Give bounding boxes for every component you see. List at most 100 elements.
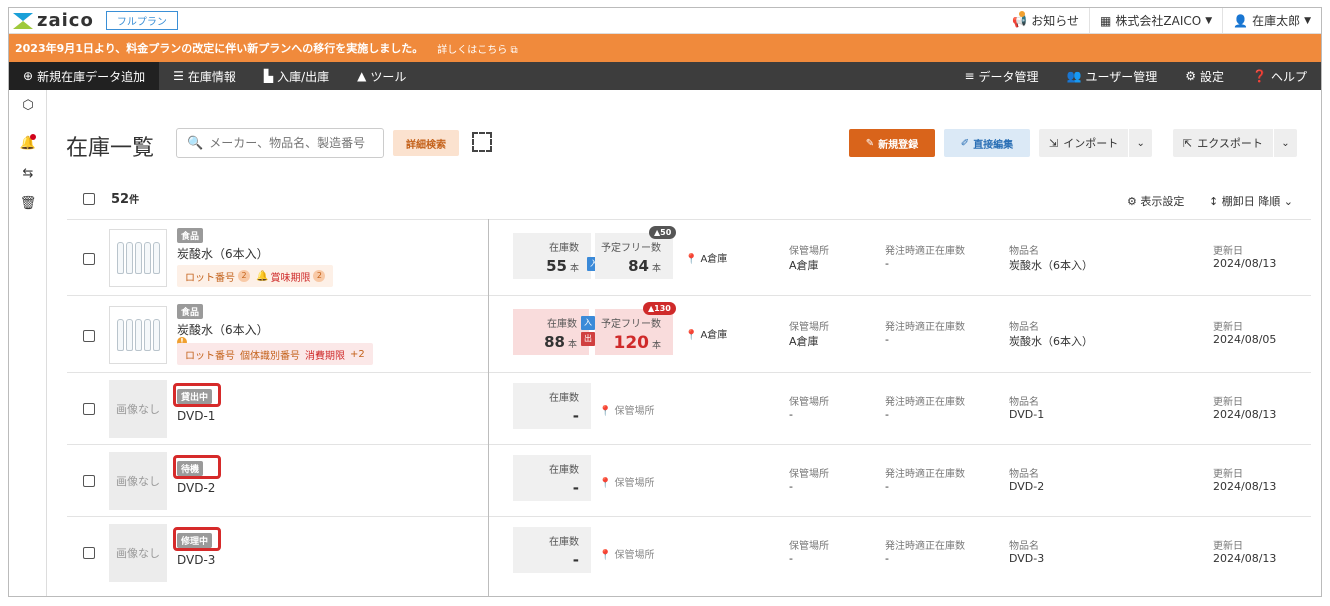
logo[interactable]: zaico xyxy=(13,10,94,31)
page-title: 在庫一覧 xyxy=(66,136,155,161)
reorder-value: - xyxy=(885,333,889,346)
category-badge: 食品 xyxy=(177,304,204,319)
notice-label: お知らせ xyxy=(1031,14,1080,28)
advanced-search-button[interactable]: 詳細検索 xyxy=(393,130,459,156)
truck-icon: ▙ xyxy=(263,69,274,83)
nav-inventory[interactable]: ☰ 在庫情報 xyxy=(159,62,250,90)
import-button[interactable]: ⇲ インポート ⌄ xyxy=(1039,129,1153,157)
user-menu[interactable]: 👤 在庫太郎 ▼ xyxy=(1222,8,1321,33)
display-settings-button[interactable]: ⚙ 表示設定 xyxy=(1127,193,1184,209)
nav-user-management[interactable]: 👥 ユーザー管理 xyxy=(1053,62,1172,90)
highlight-box xyxy=(173,455,221,479)
highlight-box xyxy=(173,383,221,407)
item-name[interactable]: 炭酸水（6本入） xyxy=(177,321,269,338)
nav-help[interactable]: ❓ ヘルプ xyxy=(1238,62,1321,90)
location-value: A倉庫 xyxy=(789,259,819,272)
item-name[interactable]: 炭酸水（6本入） xyxy=(177,245,269,262)
search-icon: 🔍 xyxy=(187,135,204,151)
stock-box: 在庫数 88 本 xyxy=(513,309,589,355)
updated-label: 更新日 xyxy=(1213,541,1243,552)
location-link[interactable]: 📍 A倉庫 xyxy=(685,250,727,265)
map-pin-icon: 📍 xyxy=(599,478,612,489)
reorder-value: - xyxy=(885,408,889,421)
free-stock-pill: ▲130 xyxy=(643,302,676,315)
item-thumbnail xyxy=(109,306,167,364)
toolbox-icon: ▲ xyxy=(357,69,367,83)
new-register-button[interactable]: ✎ 新規登録 xyxy=(849,129,935,157)
item-name-label: 物品名 xyxy=(1009,397,1039,408)
item-name[interactable]: DVD-3 xyxy=(177,553,215,567)
table-row[interactable]: 画像なし 待機 DVD-2 在庫数 - 📍 保管場所 保管場所 - 発注時適正在庫… xyxy=(67,444,1311,516)
reorder-label: 発注時適正在庫数 xyxy=(885,322,965,333)
chevron-down-icon[interactable]: ⌄ xyxy=(1272,129,1297,157)
free-stock-label: 予定フリー数 xyxy=(601,319,661,330)
column-divider xyxy=(488,219,489,596)
trash-icon[interactable]: 🗑 xyxy=(9,188,47,218)
item-name-value: DVD-2 xyxy=(1009,480,1045,493)
row-checkbox[interactable] xyxy=(83,547,95,559)
edit-icon: ✐ xyxy=(960,137,970,149)
table-row[interactable]: 食品 炭酸水（6本入） ! ロット番号 個体識別番号 消費期限 +2 在庫数 8… xyxy=(67,295,1311,372)
nav-add-item[interactable]: ⊕ 新規在庫データ追加 xyxy=(9,62,160,90)
stock-box: 在庫数 - xyxy=(513,527,591,573)
top-bar: zaico フルプラン 📢 お知らせ ▦ 株式会社ZAICO ▼ 👤 在庫太郎 … xyxy=(9,8,1321,34)
reorder-label: 発注時適正在庫数 xyxy=(885,397,965,408)
location-link[interactable]: 📍 保管場所 xyxy=(599,402,654,417)
table-row[interactable]: 画像なし 修理中 DVD-3 在庫数 - 📍 保管場所 保管場所 - 発注時適正在… xyxy=(67,516,1311,588)
updated-label: 更新日 xyxy=(1213,397,1243,408)
list-icon: ☰ xyxy=(173,69,184,83)
select-all-checkbox[interactable] xyxy=(83,193,95,205)
free-stock-value: 84 本 xyxy=(628,257,661,275)
sort-dropdown[interactable]: ↕ 棚卸日 降順 ⌄ xyxy=(1209,193,1293,209)
bell-icon: 🔔 xyxy=(256,270,269,282)
table-row[interactable]: 画像なし 貸出中 DVD-1 在庫数 - 📍 保管場所 保管場所 - 発注時適正在… xyxy=(67,372,1311,444)
bell-alert-dot xyxy=(30,134,36,140)
location-label: 保管場所 xyxy=(789,322,829,333)
item-name[interactable]: DVD-1 xyxy=(177,409,215,423)
free-stock-value: 120 本 xyxy=(613,333,661,353)
tag-count: 2 xyxy=(313,270,326,282)
gear-icon: ⚙ xyxy=(1127,195,1137,208)
table-row[interactable]: 食品 炭酸水（6本入） ロット番号 2 🔔 賞味期限 2 在庫数 55 本 入 予定フリ… xyxy=(67,219,1311,295)
chevron-down-icon[interactable]: ⌄ xyxy=(1128,129,1152,157)
nav-in-out[interactable]: ▙ 入庫/出庫 xyxy=(250,62,343,90)
search-input[interactable] xyxy=(209,136,380,150)
row-checkbox[interactable] xyxy=(83,330,95,342)
company-menu[interactable]: ▦ 株式会社ZAICO ▼ xyxy=(1089,8,1222,33)
box-icon[interactable]: ⬡ xyxy=(9,90,47,120)
item-name-label: 物品名 xyxy=(1009,322,1039,333)
item-name-value: 炭酸水（6本入） xyxy=(1009,259,1093,272)
reorder-value: - xyxy=(885,552,889,565)
announcement-link[interactable]: 詳しくはこちら ⧉ xyxy=(437,41,517,56)
location-link[interactable]: 📍 保管場所 xyxy=(599,546,654,561)
item-name[interactable]: DVD-2 xyxy=(177,481,215,495)
map-pin-icon: 📍 xyxy=(685,254,698,265)
map-pin-icon: 📍 xyxy=(685,330,698,341)
location-link[interactable]: 📍 保管場所 xyxy=(599,474,654,489)
row-checkbox[interactable] xyxy=(83,475,95,487)
item-name-label: 物品名 xyxy=(1009,246,1039,257)
export-button[interactable]: ⇱ エクスポート ⌄ xyxy=(1173,129,1297,157)
stock-value: - xyxy=(572,407,579,425)
app-window: zaico フルプラン 📢 お知らせ ▦ 株式会社ZAICO ▼ 👤 在庫太郎 … xyxy=(8,7,1322,597)
chevron-down-icon: ▼ xyxy=(1205,15,1213,26)
row-checkbox[interactable] xyxy=(83,253,95,265)
tag-more[interactable]: +2 xyxy=(350,349,365,360)
stock-value: 55 本 xyxy=(546,257,579,275)
transfer-icon[interactable]: ⇆ xyxy=(9,158,47,188)
stock-label: 在庫数 xyxy=(549,537,579,548)
qr-scan-icon[interactable] xyxy=(472,132,492,152)
row-checkbox[interactable] xyxy=(83,403,95,415)
reorder-label: 発注時適正在庫数 xyxy=(885,469,965,480)
notice-link[interactable]: 📢 お知らせ xyxy=(1002,8,1089,33)
bell-icon[interactable]: 🔔 xyxy=(9,128,47,158)
nav-settings[interactable]: ⚙ 設定 xyxy=(1171,62,1238,90)
announcement-bar: 2023年9月1日より、料金プランの改定に伴い新プランへの移行を実施しました。 … xyxy=(9,34,1321,62)
search-box[interactable]: 🔍 xyxy=(176,128,384,158)
nav-tools[interactable]: ▲ ツール xyxy=(343,62,420,90)
nav-data-management[interactable]: ≡ データ管理 xyxy=(950,62,1052,90)
direct-edit-button[interactable]: ✐ 直接編集 xyxy=(944,129,1030,157)
location-link[interactable]: 📍 A倉庫 xyxy=(685,326,727,341)
item-name-label: 物品名 xyxy=(1009,469,1039,480)
in-badge: 入 xyxy=(581,316,595,330)
